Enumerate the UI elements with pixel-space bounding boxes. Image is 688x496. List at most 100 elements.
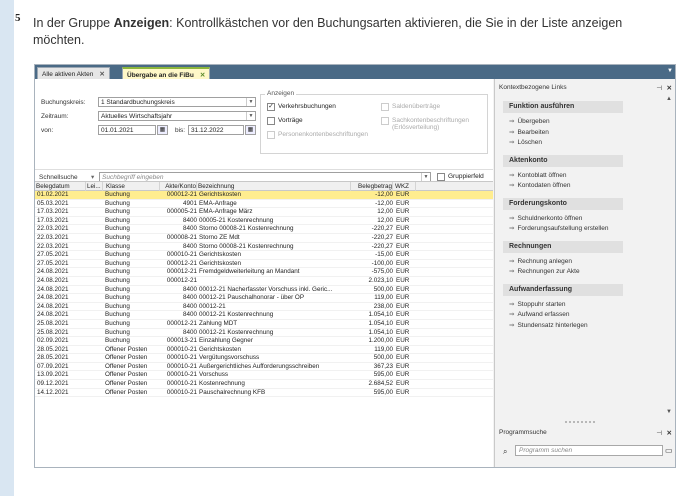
context-link[interactable]: ⇒ Aufwand erfassen [509,310,570,318]
cell-wkz: EUR [396,216,410,224]
cell-klasse: Buchung [105,251,130,259]
column-header[interactable]: Bezeichnung [197,182,351,191]
calendar-icon[interactable]: ▦ [245,125,256,135]
context-link[interactable]: ⇒ Forderungsaufstellung erstellen [509,224,609,232]
cell-bezeichnung: Gerichtskosten [199,345,241,353]
table-row[interactable]: 22.03.2021 Buchung 8400 Storno 00008-21 Kos… [35,243,493,252]
arrow-right-icon: ⇒ [509,257,515,265]
context-link[interactable]: ⇒ Rechnungen zur Akte [509,267,580,275]
context-link[interactable]: ⇒ Stoppuhr starten [509,300,566,308]
context-link[interactable]: ⇒ Schuldnerkonto öffnen [509,214,582,222]
list-icon[interactable]: ▭ [665,446,673,455]
zeitraum-select[interactable]: Aktuelles Wirtschaftsjahr ▼ [98,111,256,121]
section-header: Funktion ausführen [503,101,623,113]
table-row[interactable]: 02.09.2021 Buchung 000013-21 Einzahlung Geg… [35,337,493,346]
sachkonten-checkbox[interactable]: Sachkontenbeschriftungen (Erlösverteilung… [381,117,469,131]
cell-akte-konto: 8400 [182,328,197,336]
saldenuebertraege-checkbox[interactable]: Saldenüberträge [381,103,440,111]
vortraege-checkbox[interactable]: Vorträge [267,117,303,125]
tab-close-icon[interactable]: ✕ [99,71,104,78]
context-link[interactable]: ⇒ Übergeben [509,117,550,125]
panel-splitter[interactable] [565,421,595,423]
table-row[interactable]: 22.03.2021 Buchung 000008-21 Storno ZE Mdt -… [35,234,493,243]
table-row[interactable]: 25.08.2021 Buchung 000012-21 Zahlung MDT 1.0… [35,320,493,329]
context-link-label: Bearbeiten [517,128,549,136]
table-row[interactable]: 01.02.2021 Buchung 000012-21 Gerichtskosten… [35,191,493,200]
table-row[interactable]: 24.08.2021 Buchung 8400 00012-21 Kostenrech… [35,311,493,320]
scroll-up-icon[interactable]: ▲ [666,96,674,102]
cell-belegdatum: 28.05.2021 [37,345,69,353]
cell-belegbetrag: -220,27 [371,225,393,233]
checkbox-icon [267,117,275,125]
cell-belegbetrag: 1.200,00 [368,337,393,345]
table-row[interactable]: 24.08.2021 Buchung 000012-21 Fremdgeldweite… [35,268,493,277]
table-row[interactable]: 27.05.2021 Buchung 000012-21 Gerichtskosten… [35,260,493,269]
cell-wkz: EUR [396,311,410,319]
calendar-icon[interactable]: ▦ [157,125,168,135]
close-icon[interactable]: ✕ [667,84,672,92]
gruppierfeld-checkbox[interactable]: Gruppierfeld [437,173,484,181]
table-row[interactable]: 17.03.2021 Buchung 8400 00005-21 Kostenrech… [35,217,493,226]
table-row[interactable]: 17.03.2021 Buchung 000005-21 EMA-Anfrage Mä… [35,208,493,217]
table-row[interactable]: 22.03.2021 Buchung 8400 Storno 00008-21 Kos… [35,225,493,234]
context-links-header: Kontextbezogene Links ⊣ ✕ [499,84,672,92]
personenkonten-checkbox[interactable]: Personenkontenbeschriftungen [267,131,368,139]
context-link[interactable]: ⇒ Rechnung anlegen [509,257,572,265]
cell-belegbetrag: 1.054,10 [368,328,393,336]
cell-akte-konto: 000010-21 [166,345,197,353]
column-header[interactable]: WKZ [394,182,416,191]
column-header[interactable]: Belegdatum [35,182,86,191]
tab-alle-aktiven-akten[interactable]: Alle aktiven Akten ✕ [37,67,110,79]
cell-wkz: EUR [396,345,410,353]
bis-date-field[interactable]: 31.12.2022 [188,125,244,135]
scroll-down-icon[interactable]: ▼ [666,409,674,415]
arrow-right-icon: ⇒ [509,311,515,318]
cell-belegbetrag: 500,00 [373,285,393,293]
cell-belegbetrag: 12,00 [377,208,393,216]
table-row[interactable]: 25.08.2021 Buchung 8400 00012-21 Kostenrech… [35,329,493,338]
cell-bezeichnung: Vorschuss [199,371,229,379]
table-row[interactable]: 09.12.2021 Offener Posten 000010-21 Kostenr… [35,380,493,389]
cell-akte-konto: 000012-21 [166,191,197,198]
cell-bezeichnung: 00012-21 [199,302,226,310]
table-row[interactable]: 13.09.2021 Offener Posten 000010-21 Vorschu… [35,371,493,381]
table-row[interactable]: 28.05.2021 Offener Posten 000010-21 Gericht… [35,346,493,355]
cell-akte-konto: 000012-21 [166,259,197,267]
table-row[interactable]: 24.08.2021 Buchung 000012-21 2.023,10 EUR [35,277,493,286]
cell-klasse: Buchung [105,319,130,327]
cell-belegbetrag: -12,00 [375,199,393,207]
tab-uebergabe-fibu[interactable]: Übergabe an die FiBu ✕ [122,67,211,79]
cell-belegdatum: 17.03.2021 [37,216,69,224]
tab-close-icon[interactable]: ✕ [200,72,205,79]
verkehrsbuchungen-checkbox[interactable]: ✓ Verkehrsbuchungen [267,103,336,111]
buchungskreis-select[interactable]: 1 Standardbuchungskreis ▼ [98,97,256,107]
context-link[interactable]: ⇒ Löschen [509,138,542,146]
cell-wkz: EUR [396,285,410,293]
table-row[interactable]: 24.08.2021 Buchung 8400 00012-21 238,00 EUR [35,303,493,312]
search-dropdown-icon[interactable]: ▾ [91,173,94,181]
table-row[interactable]: 24.08.2021 Buchung 8400 00012-21 Nacherfass… [35,286,493,295]
table-row[interactable]: 24.08.2021 Buchung 8400 00012-21 Pauschalho… [35,294,493,303]
column-header[interactable]: Akte/Konto [159,182,197,191]
von-date-field[interactable]: 01.01.2021 [98,125,156,135]
context-link[interactable]: ⇒ Kontoblatt öffnen [509,171,567,179]
table-row[interactable]: 05.03.2021 Buchung 4901 EMA-Anfrage -12,00 EU… [35,200,493,209]
column-header[interactable]: Klasse [105,182,160,191]
pin-icon[interactable]: ⊣ [656,429,662,437]
table-row[interactable]: 07.09.2021 Offener Posten 000010-21 Außerge… [35,363,493,372]
cell-bezeichnung: Außergerichtliches Aufforderungsschreibe… [199,362,320,370]
pin-icon[interactable]: ⊣ [656,84,662,92]
context-link[interactable]: ⇒ Bearbeiten [509,128,549,136]
programm-search-input[interactable]: Programm suchen [515,445,663,456]
close-icon[interactable]: ✕ [667,429,672,437]
table-row[interactable]: 28.05.2021 Offener Posten 000010-21 Vergütu… [35,354,493,363]
table-row[interactable]: 27.05.2021 Buchung 000010-21 Gerichtskosten… [35,251,493,260]
table-row[interactable]: 14.12.2021 Offener Posten 000010-21 Pauscha… [35,389,493,398]
cell-akte-konto: 8400 [182,285,197,293]
column-header[interactable]: Lei... [86,182,103,191]
column-header[interactable]: Belegbetrag [350,182,393,191]
cell-wkz: EUR [396,199,410,207]
tab-menu-icon[interactable]: ▼ [667,68,673,74]
context-link[interactable]: ⇒ Stundensatz hinterlegen [509,321,588,329]
context-link[interactable]: ⇒ Kontodaten öffnen [509,181,570,189]
